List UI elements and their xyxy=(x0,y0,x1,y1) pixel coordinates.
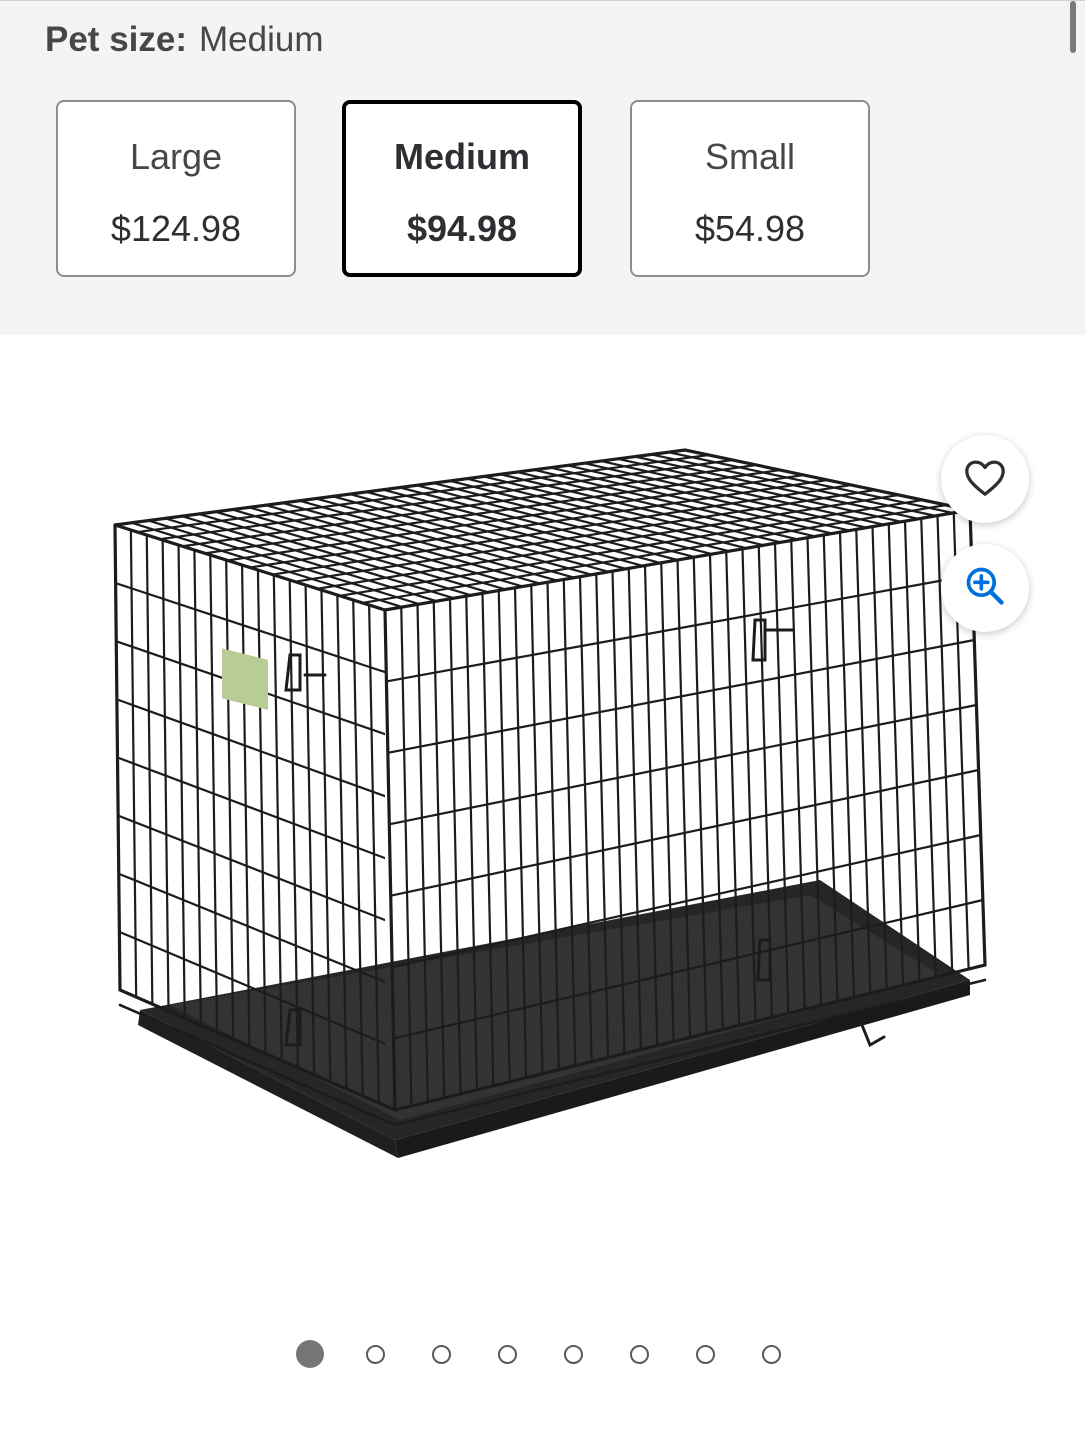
carousel-dot-active[interactable] xyxy=(296,1340,324,1368)
size-option-small[interactable]: Small $54.98 xyxy=(630,100,870,277)
carousel-dot[interactable] xyxy=(564,1344,583,1364)
size-option-name: Small xyxy=(704,136,796,177)
size-option-price: $54.98 xyxy=(694,208,806,249)
size-option-price: $94.98 xyxy=(406,208,518,249)
favorite-button[interactable] xyxy=(941,435,1029,523)
scrollbar-thumb[interactable] xyxy=(1070,1,1076,53)
zoom-button[interactable] xyxy=(941,544,1029,632)
size-option-medium[interactable]: Medium $94.98 xyxy=(342,100,582,277)
pet-size-selected-value: Medium xyxy=(199,20,324,59)
heart-icon xyxy=(963,457,1007,502)
size-option-price: $124.98 xyxy=(110,208,242,249)
pet-size-heading: Pet size: Medium xyxy=(45,19,323,61)
carousel-dot[interactable] xyxy=(762,1344,781,1364)
carousel-dot[interactable] xyxy=(498,1344,517,1364)
variant-selector-section: Pet size: Medium Large $124.98 Medium $94… xyxy=(0,0,1085,335)
carousel-dot[interactable] xyxy=(366,1344,385,1364)
size-option-name: Large xyxy=(129,136,223,177)
carousel-dot[interactable] xyxy=(432,1344,451,1364)
carousel-dot[interactable] xyxy=(630,1344,649,1364)
product-image-dog-crate[interactable] xyxy=(100,420,1000,1200)
size-option-large[interactable]: Large $124.98 xyxy=(56,100,296,277)
zoom-in-icon xyxy=(963,564,1007,613)
image-carousel-indicator xyxy=(296,1340,781,1368)
pet-size-label: Pet size: xyxy=(45,20,187,59)
carousel-dot[interactable] xyxy=(696,1344,715,1364)
size-option-name: Medium xyxy=(393,136,530,177)
